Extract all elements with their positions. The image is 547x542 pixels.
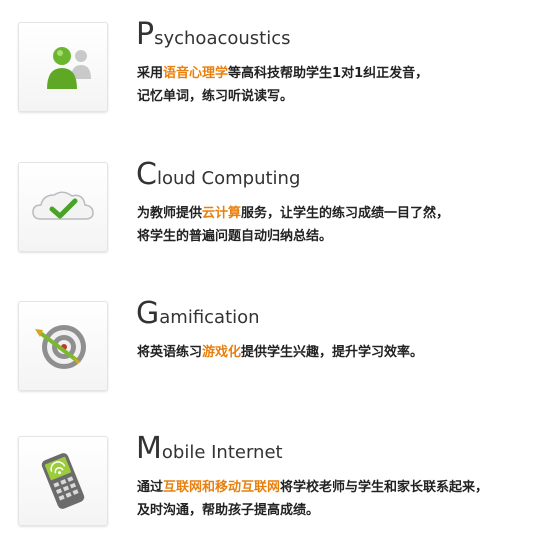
feature-title: Psychoacoustics: [136, 17, 291, 52]
target-arrow-icon: [18, 301, 108, 391]
feature-mobile-internet: Mobile Internet 通过互联网和移动互联网将学校老师与学生和家长联系…: [18, 432, 543, 528]
feature-description: 将英语练习游戏化提供学生兴趣，提升学习效率。: [137, 345, 424, 360]
feature-description: 通过互联网和移动互联网将学校老师与学生和家长联系起来， 及时沟通，帮助孩子提高成…: [137, 480, 489, 518]
feature-title: Cloud Computing: [136, 157, 301, 192]
feature-psychoacoustics: Psychoacoustics 采用语音心理学等高科技帮助学生1对1纠正发音， …: [18, 18, 543, 114]
cloud-check-icon: [18, 162, 108, 252]
feature-cloud-computing: Cloud Computing 为教师提供云计算服务，让学生的练习成绩一目了然，…: [18, 158, 543, 254]
highlight-term: 互联网和移动互联网: [163, 480, 281, 495]
users-icon: [18, 22, 108, 112]
highlight-term: 语音心理学: [163, 66, 229, 81]
feature-description: 为教师提供云计算服务，让学生的练习成绩一目了然， 将学生的普遍问题自动归纳总结。: [137, 206, 450, 244]
feature-title: Mobile Internet: [136, 431, 283, 466]
feature-description: 采用语音心理学等高科技帮助学生1对1纠正发音， 记忆单词，练习听说读写。: [137, 66, 429, 104]
highlight-term: 游戏化: [202, 345, 242, 360]
highlight-term: 云计算: [202, 206, 242, 221]
mobile-phone-icon: [18, 436, 108, 526]
feature-title: Gamification: [136, 296, 260, 331]
feature-gamification: Gamification 将英语练习游戏化提供学生兴趣，提升学习效率。: [18, 297, 543, 393]
